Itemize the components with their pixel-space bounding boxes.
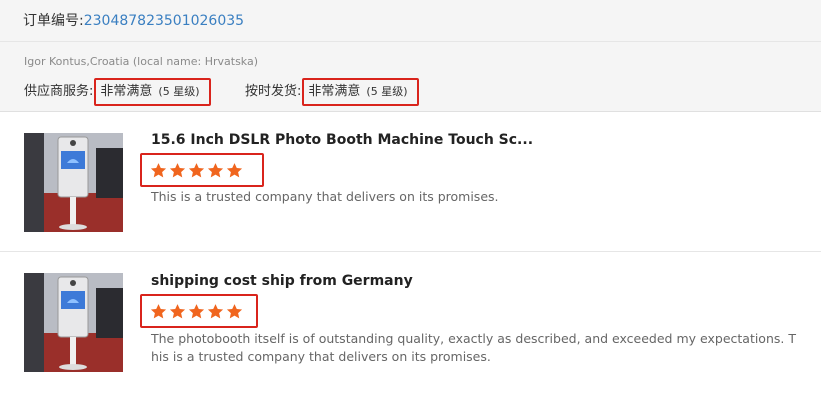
star-icon (188, 162, 205, 177)
star-icon (169, 162, 186, 177)
on-time-shipping-rating: 按时发货: 非常满意 (5 星级) (245, 78, 420, 106)
on-time-shipping-value: 非常满意 (308, 84, 361, 99)
buyer-name: Igor Kontus,Croatia (local name: Hrvatsk… (24, 55, 259, 68)
review-item: shipping cost ship from Germany The phot… (0, 253, 821, 400)
supplier-service-label: 供应商服务: (24, 84, 94, 99)
on-time-shipping-label: 按时发货: (245, 84, 302, 99)
buyer-info-block: Igor Kontus,Croatia (local name: Hrvatsk… (0, 42, 821, 112)
order-number-label: 订单编号: (23, 13, 84, 29)
product-thumbnail[interactable] (24, 273, 123, 372)
order-header: 订单编号:230487823501026035 (0, 0, 821, 42)
supplier-service-rating: 供应商服务: 非常满意 (5 星级) (24, 78, 212, 106)
product-title-link[interactable]: 15.6 Inch DSLR Photo Booth Machine Touch… (151, 132, 533, 148)
star-icon (207, 162, 224, 177)
star-icon (226, 162, 243, 177)
on-time-shipping-highlight: 非常满意 (5 星级) (302, 78, 420, 106)
order-number-link[interactable]: 230487823501026035 (84, 13, 244, 29)
star-icon (169, 303, 186, 318)
star-icon (207, 303, 224, 318)
star-rating-highlight (140, 153, 264, 187)
supplier-service-grade: (5 星级) (158, 85, 200, 98)
product-thumbnail[interactable] (24, 133, 123, 232)
supplier-service-value: 非常满意 (100, 84, 153, 99)
star-icon (226, 303, 243, 318)
review-item: 15.6 Inch DSLR Photo Booth Machine Touch… (0, 112, 821, 252)
product-title-link[interactable]: shipping cost ship from Germany (151, 273, 413, 289)
on-time-shipping-grade: (5 星级) (366, 85, 408, 98)
review-text: This is a trusted company that delivers … (151, 189, 499, 204)
star-icon (150, 303, 167, 318)
supplier-service-highlight: 非常满意 (5 星级) (94, 78, 212, 106)
star-icon (188, 303, 205, 318)
star-rating-highlight (140, 294, 258, 328)
review-text: The photobooth itself is of outstanding … (151, 331, 796, 364)
star-icon (150, 162, 167, 177)
